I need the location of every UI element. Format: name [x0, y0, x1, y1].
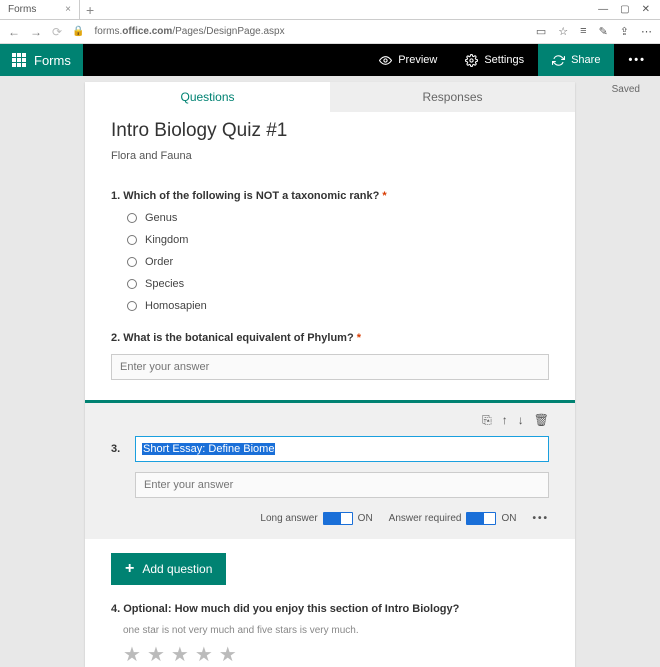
- star-icon[interactable]: ★: [123, 642, 141, 667]
- app-brand[interactable]: Forms: [0, 44, 83, 76]
- long-answer-toggle[interactable]: [323, 512, 353, 525]
- answer-input[interactable]: [111, 354, 549, 380]
- waffle-icon: [12, 53, 26, 67]
- tab-responses[interactable]: Responses: [330, 82, 575, 112]
- nav-back-icon[interactable]: ←: [8, 25, 20, 39]
- hub-icon[interactable]: ≡: [580, 25, 586, 38]
- radio-icon: [127, 301, 137, 311]
- question-1: 1. Which of the following is NOT a taxon…: [111, 190, 549, 312]
- form-subtitle[interactable]: Flora and Fauna: [111, 150, 549, 162]
- radio-icon: [127, 279, 137, 289]
- star-icon[interactable]: ★: [219, 642, 237, 667]
- star-icon[interactable]: ★: [171, 642, 189, 667]
- option[interactable]: Homosapien: [127, 300, 549, 312]
- required-marker: *: [382, 190, 386, 202]
- question-more-icon[interactable]: •••: [532, 513, 549, 524]
- form-title[interactable]: Intro Biology Quiz #1: [111, 120, 549, 142]
- required-marker: *: [357, 332, 361, 344]
- lock-icon: 🔒: [72, 26, 84, 37]
- tab-questions[interactable]: Questions: [85, 82, 330, 112]
- option[interactable]: Species: [127, 278, 549, 290]
- window-maximize-icon[interactable]: ▢: [620, 4, 629, 15]
- delete-question-icon[interactable]: 🗑: [534, 413, 549, 428]
- browser-more-icon[interactable]: ⋯: [641, 25, 652, 38]
- share-page-icon[interactable]: ⇪: [620, 25, 629, 38]
- radio-icon: [127, 213, 137, 223]
- answer-input[interactable]: [135, 472, 549, 498]
- option[interactable]: Order: [127, 256, 549, 268]
- option[interactable]: Kingdom: [127, 234, 549, 246]
- question-4: 4. Optional: How much did you enjoy this…: [111, 603, 549, 667]
- header-more-button[interactable]: •••: [614, 44, 660, 76]
- nav-forward-icon[interactable]: →: [30, 25, 42, 39]
- nav-refresh-icon[interactable]: ⟳: [52, 25, 62, 39]
- preview-button[interactable]: Preview: [365, 44, 451, 76]
- add-question-button[interactable]: + Add question: [111, 553, 226, 585]
- tab-close-icon[interactable]: ×: [65, 4, 71, 15]
- question-2: 2. What is the botanical equivalent of P…: [111, 332, 549, 380]
- new-tab-button[interactable]: +: [80, 2, 100, 18]
- save-status: Saved: [612, 84, 640, 95]
- radio-icon: [127, 235, 137, 245]
- option[interactable]: Genus: [127, 212, 549, 224]
- tab-title: Forms: [8, 4, 36, 15]
- window-close-icon[interactable]: ✕: [642, 4, 650, 15]
- app-name: Forms: [34, 53, 71, 68]
- move-up-icon[interactable]: ↑: [502, 413, 508, 428]
- radio-icon: [127, 257, 137, 267]
- question-3-editor: ⎘ ↑ ↓ 🗑 3. Short Essay: Define Biome: [85, 400, 575, 539]
- star-icon[interactable]: ★: [195, 642, 213, 667]
- share-button[interactable]: Share: [538, 44, 614, 76]
- settings-button[interactable]: Settings: [451, 44, 538, 76]
- gear-icon: [465, 54, 478, 67]
- share-refresh-icon: [552, 54, 565, 67]
- plus-icon: +: [125, 561, 134, 577]
- star-icon[interactable]: ★: [147, 642, 165, 667]
- window-minimize-icon[interactable]: —: [598, 4, 608, 15]
- move-down-icon[interactable]: ↓: [518, 413, 524, 428]
- web-note-icon[interactable]: ✎: [599, 25, 608, 38]
- favorite-icon[interactable]: ☆: [558, 25, 568, 38]
- browser-tab[interactable]: Forms ×: [0, 0, 80, 19]
- required-toggle[interactable]: [466, 512, 496, 525]
- copy-question-icon[interactable]: ⎘: [482, 413, 492, 428]
- question-text-input[interactable]: Short Essay: Define Biome: [135, 436, 549, 462]
- address-bar[interactable]: forms.office.com/Pages/DesignPage.aspx: [95, 26, 526, 37]
- eye-icon: [379, 54, 392, 67]
- ellipsis-icon: •••: [628, 54, 646, 66]
- reading-view-icon[interactable]: ▭: [536, 25, 546, 38]
